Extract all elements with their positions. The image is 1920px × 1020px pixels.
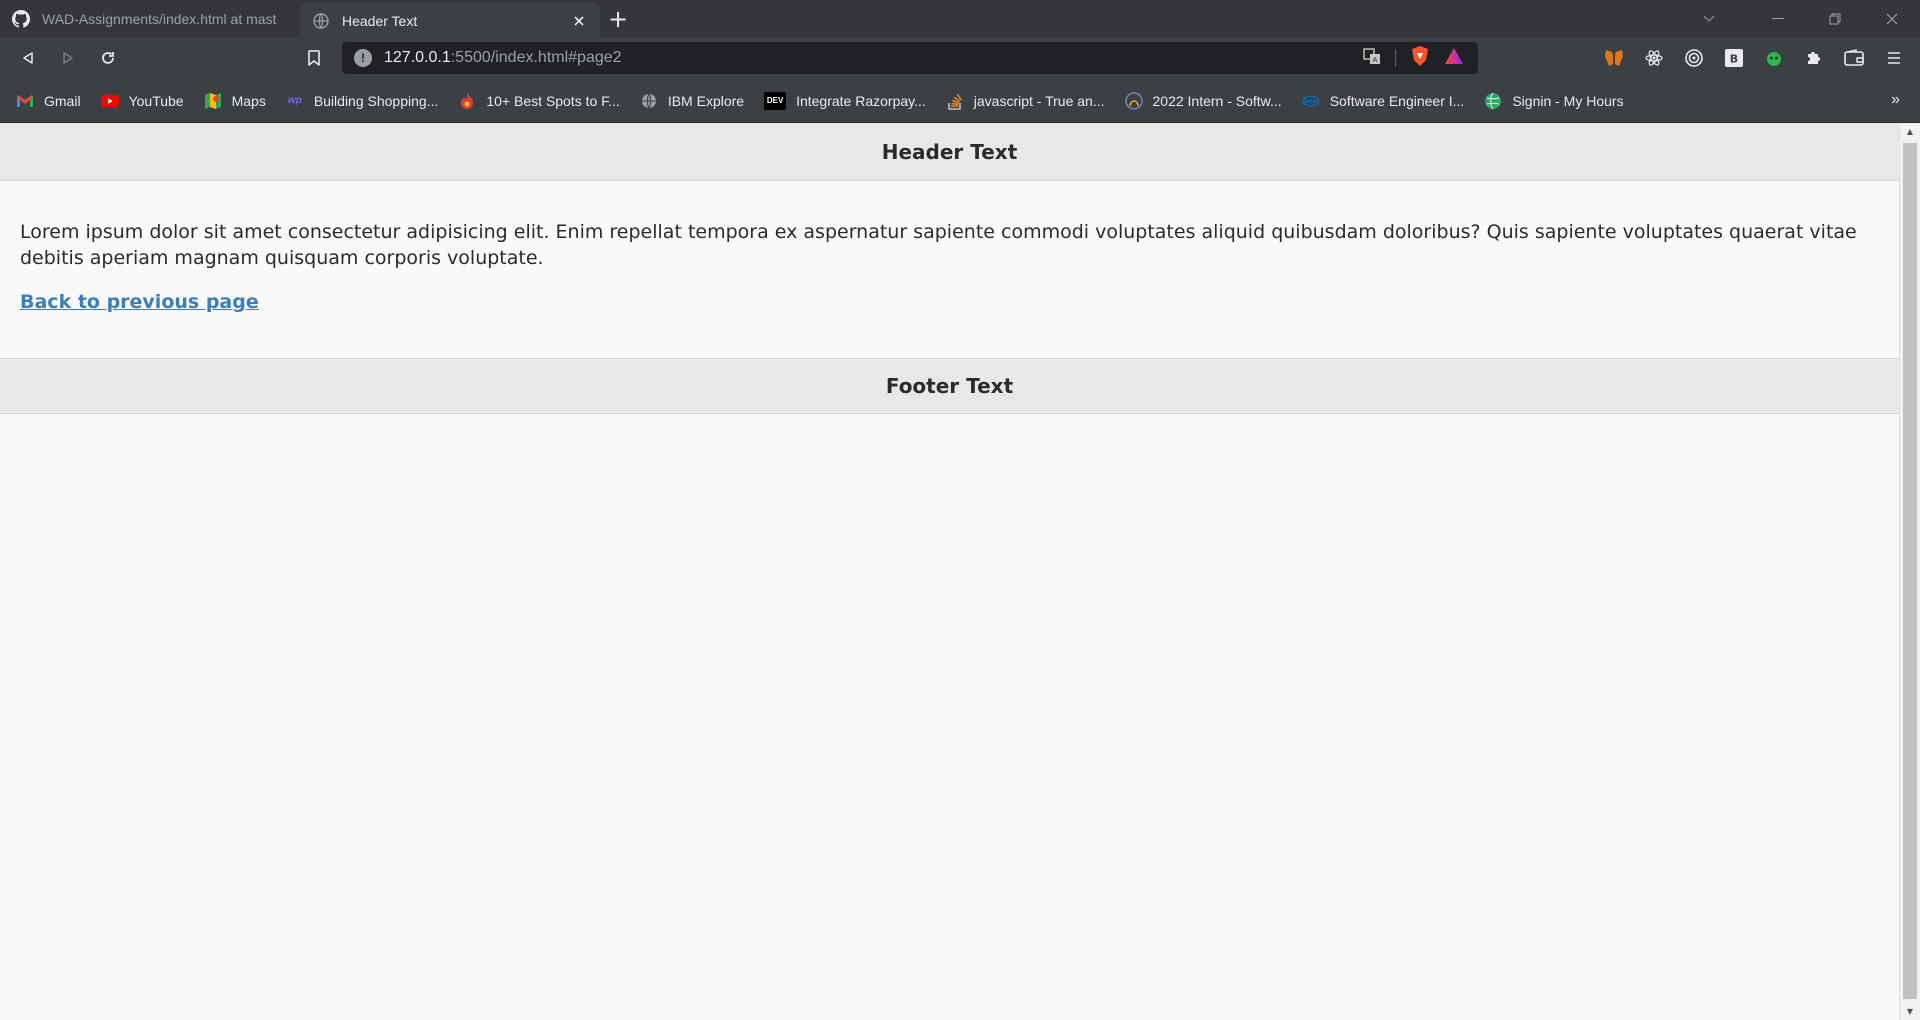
bookmark-2022-intern[interactable]: 2022 Intern - Softw... xyxy=(1124,91,1282,110)
scroll-down-arrow-icon[interactable]: ▼ xyxy=(1900,1003,1920,1020)
bookmark-javascript[interactable]: javascript - True an... xyxy=(946,92,1105,110)
bookmark-label: YouTube xyxy=(128,92,184,109)
toolbar: ! 127.0.0.1:5500/index.html#page2 A B xyxy=(0,37,1920,79)
bookmark-software-engineer[interactable]: intel Software Engineer I... xyxy=(1301,92,1465,110)
bookmark-label: javascript - True an... xyxy=(973,92,1105,109)
forward-button[interactable] xyxy=(48,38,88,78)
stackoverflow-icon xyxy=(946,92,964,110)
svg-text:A: A xyxy=(1373,56,1378,64)
bookmarks-bar: Gmail YouTube Maps wp Building Shopping.… xyxy=(0,79,1920,123)
back-button[interactable] xyxy=(8,38,48,78)
bookmark-label: IBM Explore xyxy=(667,92,745,109)
brave-rewards-icon[interactable] xyxy=(1444,47,1464,70)
close-window-icon[interactable] xyxy=(1863,0,1920,37)
site-info-icon[interactable]: ! xyxy=(354,49,372,67)
page-viewport: Header Text Lorem ipsum dolor sit amet c… xyxy=(0,123,1920,1020)
window-controls xyxy=(1689,0,1920,37)
url-path: :5500/index.html#page2 xyxy=(450,49,622,66)
green-extension-icon[interactable] xyxy=(1754,38,1794,78)
tab-strip: WAD-Assignments/index.html at mast Heade… xyxy=(0,0,1920,39)
bookmark-integrate-razorpay[interactable]: DEV Integrate Razorpay... xyxy=(764,91,926,110)
globe-icon xyxy=(640,92,658,110)
extensions-puzzle-icon[interactable] xyxy=(1794,38,1834,78)
myhours-icon xyxy=(1484,92,1502,110)
reload-button[interactable] xyxy=(88,38,128,78)
url-text[interactable]: 127.0.0.1:5500/index.html#page2 xyxy=(384,49,1363,67)
minimize-icon[interactable] xyxy=(1749,0,1806,37)
bookmark-label: Signin - My Hours xyxy=(1512,92,1624,109)
bookmark-youtube[interactable]: YouTube xyxy=(100,92,184,110)
brave-shields-icon[interactable] xyxy=(1410,45,1430,72)
lorem-paragraph: Lorem ipsum dolor sit amet consectetur a… xyxy=(20,221,1857,269)
bookmark-maps[interactable]: Maps xyxy=(204,92,266,110)
page-header: Header Text xyxy=(0,123,1899,181)
bookmark-signin-my-hours[interactable]: Signin - My Hours xyxy=(1484,92,1624,110)
bookmark-label: Maps xyxy=(231,92,266,109)
back-link[interactable]: Back to previous page xyxy=(20,291,259,313)
maps-icon xyxy=(204,92,222,110)
bookmark-best-spots[interactable]: 10+ Best Spots to F... xyxy=(458,92,620,110)
page-main: Lorem ipsum dolor sit amet consectetur a… xyxy=(0,181,1899,358)
github-icon xyxy=(12,9,30,28)
bookmark-label: 10+ Best Spots to F... xyxy=(486,92,620,109)
header-title: Header Text xyxy=(881,139,1018,164)
wallet-icon[interactable] xyxy=(1834,38,1874,78)
svg-text:B: B xyxy=(1730,53,1738,66)
address-bar[interactable]: ! 127.0.0.1:5500/index.html#page2 A xyxy=(342,42,1478,74)
bookmarks-overflow-button[interactable]: » xyxy=(1891,91,1900,109)
tab-header-text[interactable]: Header Text xyxy=(300,2,600,39)
tab-title: WAD-Assignments/index.html at mast xyxy=(42,10,277,27)
scroll-thumb[interactable] xyxy=(1903,143,1917,999)
vertical-scrollbar[interactable]: ▲ ▼ xyxy=(1899,123,1920,1020)
intern-icon xyxy=(1124,91,1143,110)
page-footer: Footer Text xyxy=(0,358,1899,414)
svg-text:intel: intel xyxy=(1303,99,1318,105)
bookmark-label: Integrate Razorpay... xyxy=(796,92,926,109)
tab-github[interactable]: WAD-Assignments/index.html at mast xyxy=(0,0,300,37)
youtube-icon xyxy=(100,92,119,110)
bookmark-icon[interactable] xyxy=(298,38,330,78)
separator xyxy=(1395,49,1396,67)
bookmark-label: Software Engineer I... xyxy=(1329,92,1465,109)
target-extension-icon[interactable] xyxy=(1674,38,1714,78)
b-extension-icon[interactable]: B xyxy=(1714,38,1754,78)
bookmark-gmail[interactable]: Gmail xyxy=(16,92,81,110)
scroll-up-arrow-icon[interactable]: ▲ xyxy=(1900,123,1920,140)
restore-icon[interactable] xyxy=(1806,0,1863,37)
bookmark-label: Building Shopping... xyxy=(313,92,439,109)
web-page: Header Text Lorem ipsum dolor sit amet c… xyxy=(0,123,1899,1020)
bookmark-label: 2022 Intern - Softw... xyxy=(1152,92,1282,109)
bookmark-building-shopping[interactable]: wp Building Shopping... xyxy=(286,92,439,110)
tab-search-icon[interactable] xyxy=(1689,0,1729,37)
footer-title: Footer Text xyxy=(885,374,1014,398)
extensions-area: B xyxy=(1594,37,1920,79)
react-devtools-icon[interactable] xyxy=(1634,38,1674,78)
menu-icon[interactable] xyxy=(1874,38,1914,78)
metamask-icon[interactable] xyxy=(1594,38,1634,78)
tab-title: Header Text xyxy=(342,12,418,29)
url-host: 127.0.0.1 xyxy=(384,49,451,66)
close-tab-icon[interactable] xyxy=(570,12,588,30)
bookmark-label: Gmail xyxy=(44,92,81,109)
dev-icon: DEV xyxy=(764,91,787,110)
spots-icon xyxy=(458,92,476,110)
omnibox-actions: A xyxy=(1363,45,1478,72)
intel-icon: intel xyxy=(1301,92,1320,110)
bookmark-ibm-explore[interactable]: IBM Explore xyxy=(640,92,744,110)
gmail-icon xyxy=(16,92,34,110)
globe-icon xyxy=(312,12,330,30)
translate-icon[interactable]: A xyxy=(1363,47,1381,70)
wp-icon: wp xyxy=(287,95,302,106)
new-tab-button[interactable]: + xyxy=(600,0,636,37)
browser-window: WAD-Assignments/index.html at mast Heade… xyxy=(0,0,1920,1020)
